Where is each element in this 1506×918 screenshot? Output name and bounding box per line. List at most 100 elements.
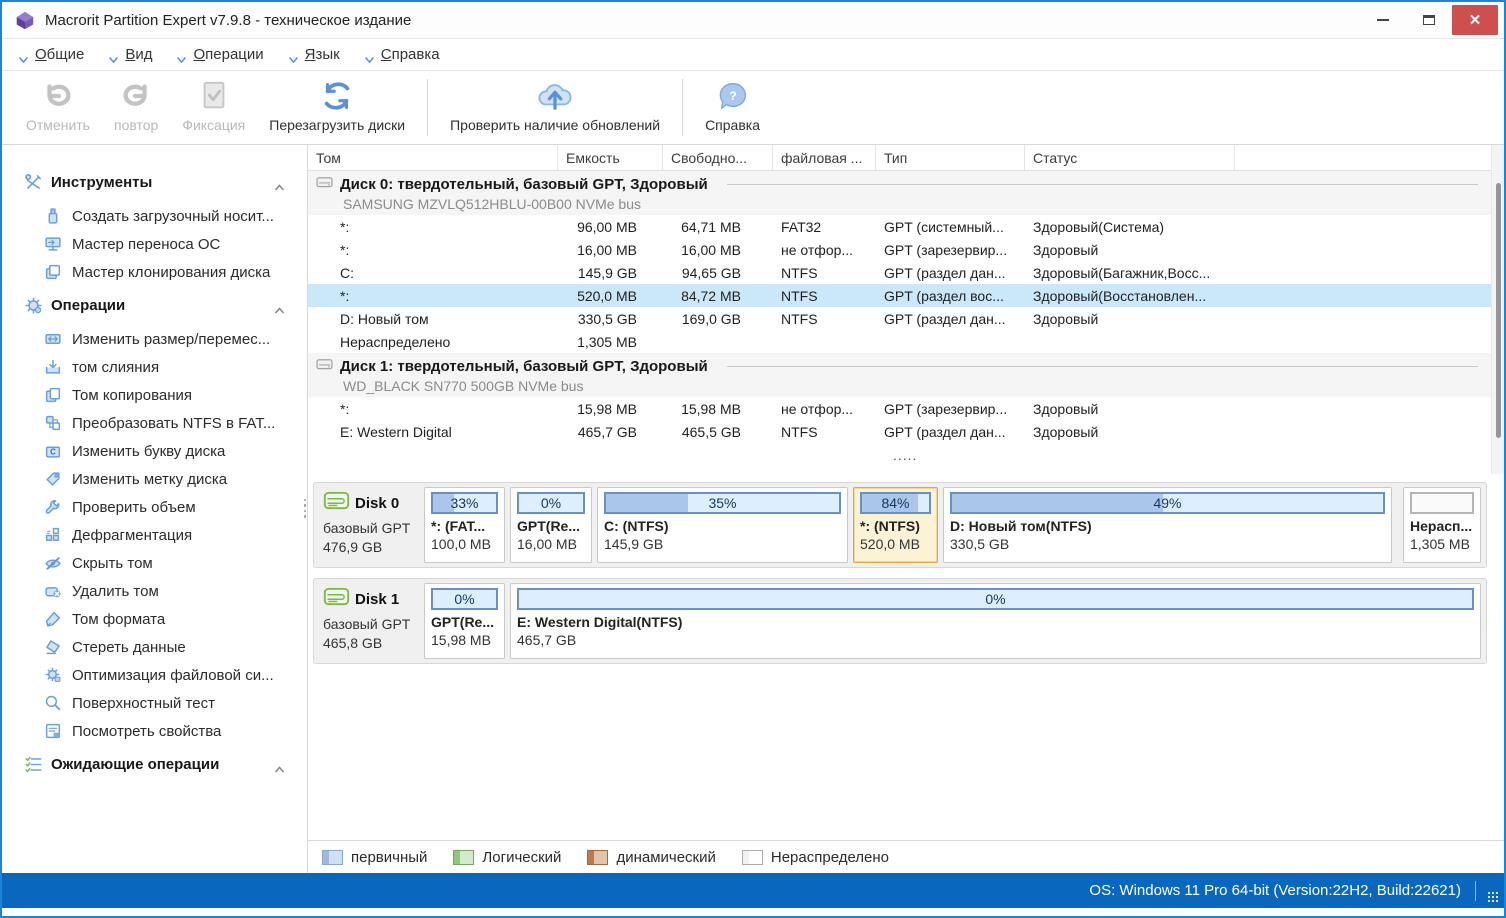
volume-row[interactable]: E: Western Digital465,7 GB465,5 GBNTFSGP… (308, 420, 1504, 443)
menu-item-1[interactable]: Общие (18, 46, 84, 63)
sidebar-section-1-header[interactable]: Инструменты (24, 173, 307, 192)
toolbar-update-cloud-button[interactable]: Проверить наличие обновлений (438, 75, 672, 144)
column-header-Свободно...[interactable]: Свободно... (663, 145, 773, 170)
usage-percent: 0% (519, 590, 1472, 608)
chevron-up-icon[interactable] (274, 179, 285, 187)
legend-item: Нераспределено (742, 849, 889, 866)
sidebar-item[interactable]: Преобразовать NTFS в FAT... (24, 409, 307, 437)
delete-volume-icon (44, 582, 62, 600)
partition-label: *: (NTFS) (860, 518, 931, 534)
toolbar-separator (427, 79, 428, 136)
volume-row[interactable]: *:16,00 MB16,00 MBне отфор...GPT (зарезе… (308, 238, 1504, 261)
sidebar-item[interactable]: Изменить размер/перемес... (24, 325, 307, 353)
cell-fs: FAT32 (773, 219, 876, 235)
sidebar-item-label: Посмотреть свойства (72, 723, 221, 740)
sidebar-section-2-header[interactable]: Операции (24, 296, 307, 315)
minimize-button[interactable] (1360, 5, 1406, 35)
partition-size: 1,305 MB (1410, 536, 1474, 552)
sidebar-item[interactable]: Оптимизация файловой си... (24, 661, 307, 689)
cell-volume: *: (308, 401, 558, 417)
statusbar: OS: Windows 11 Pro 64-bit (Version:22H2,… (2, 873, 1504, 908)
volume-row[interactable]: C:145,9 GB94,65 GBNTFSGPT (раздел дан...… (308, 261, 1504, 284)
sidebar-item[interactable]: Мастер переноса ОС (24, 230, 307, 258)
toolbar-commit-button[interactable]: Фиксация (170, 75, 257, 144)
surface-test-icon (44, 694, 62, 712)
sidebar-item[interactable]: Создать загрузочный носит... (24, 202, 307, 230)
toolbar-separator (682, 79, 683, 136)
legend-label: Нераспределено (771, 849, 889, 866)
partition-block[interactable]: 33%*: (FAT...100,0 MB (424, 487, 505, 563)
redo-icon (119, 77, 153, 114)
partition-label: D: Новый том(NTFS) (950, 518, 1385, 534)
partition-block[interactable]: Нерасп...1,305 MB (1403, 487, 1481, 563)
cell-capacity: 520,0 MB (558, 288, 663, 304)
sidebar-item[interactable]: том слияния (24, 353, 307, 381)
column-header-файловая ...[interactable]: файловая ... (773, 145, 876, 170)
cell-fs: NTFS (773, 265, 876, 281)
sidebar-item[interactable]: Посмотреть свойства (24, 717, 307, 745)
disk-group-title: Диск 0: твердотельный, базовый GPT, Здор… (340, 176, 708, 193)
partition-size: 330,5 GB (950, 536, 1385, 552)
sidebar-splitter[interactable] (301, 493, 309, 523)
sidebar-item[interactable]: Поверхностный тест (24, 689, 307, 717)
usage-bar: 0% (517, 588, 1474, 610)
table-scrollbar[interactable] (1491, 145, 1504, 474)
volume-row[interactable]: D: Новый том330,5 GB169,0 GBNTFSGPT (раз… (308, 307, 1504, 330)
partition-block[interactable]: 0%E: Western Digital(NTFS)465,7 GB (510, 583, 1481, 659)
menu-item-label: Операции (193, 46, 263, 63)
usage-percent: 33% (433, 494, 496, 512)
sidebar-item[interactable]: CИзменить букву диска (24, 437, 307, 465)
cell-capacity: 465,7 GB (558, 424, 663, 440)
cell-status: Здоровый (1025, 242, 1235, 258)
chevron-up-icon[interactable] (274, 761, 285, 769)
maximize-button[interactable] (1406, 5, 1452, 35)
volume-row[interactable]: *:520,0 MB84,72 MBNTFSGPT (раздел вос...… (308, 284, 1504, 307)
sidebar-item[interactable]: Том копирования (24, 381, 307, 409)
column-header-extra[interactable] (1235, 145, 1504, 170)
svg-text:C: C (50, 448, 56, 457)
toolbar-button-label: Перезагрузить диски (269, 117, 405, 133)
toolbar-help-bubble-button[interactable]: ?Справка (693, 75, 772, 144)
cell-volume: D: Новый том (308, 311, 558, 327)
sidebar-item[interactable]: Дефрагментация (24, 521, 307, 549)
partition-size: 16,00 MB (517, 536, 585, 552)
toolbar-redo-button[interactable]: повтор (102, 75, 170, 144)
column-header-Тип[interactable]: Тип (876, 145, 1025, 170)
partition-block[interactable]: 0%GPT(Re...16,00 MB (510, 487, 592, 563)
toolbar-reload-button[interactable]: Перезагрузить диски (257, 75, 417, 144)
menu-item-4[interactable]: Язык (288, 46, 340, 63)
partition-block[interactable]: 35%C: (NTFS)145,9 GB (597, 487, 848, 563)
cell-type: GPT (зарезервир... (876, 401, 1025, 417)
toolbar-undo-button[interactable]: Отменить (14, 75, 102, 144)
chevron-down-icon (176, 51, 187, 59)
sidebar-section-3-header[interactable]: Ожидающие операции (24, 755, 307, 774)
merge-volume-icon (44, 358, 62, 376)
partition-block[interactable]: 84%*: (NTFS)520,0 MB (853, 487, 938, 563)
sidebar-item[interactable]: Проверить объем (24, 493, 307, 521)
sidebar-item[interactable]: Мастер клонирования диска (24, 258, 307, 286)
partition-block[interactable]: 0%GPT(Re...15,98 MB (424, 583, 505, 659)
sidebar-item[interactable]: Скрыть том (24, 549, 307, 577)
volume-row[interactable]: *:15,98 MB15,98 MBне отфор...GPT (зарезе… (308, 397, 1504, 420)
resize-grip[interactable] (1486, 890, 1500, 904)
cell-volume: *: (308, 219, 558, 235)
column-header-Том[interactable]: Том (308, 145, 558, 170)
menu-item-5[interactable]: Справка (364, 46, 440, 63)
chevron-up-icon[interactable] (274, 302, 285, 310)
column-header-Емкость[interactable]: Емкость (558, 145, 663, 170)
close-button[interactable]: ✕ (1452, 5, 1498, 35)
sidebar-item[interactable]: Том формата (24, 605, 307, 633)
disk-group-title: Диск 1: твердотельный, базовый GPT, Здор… (340, 358, 708, 375)
convert-icon (44, 414, 62, 432)
volume-row[interactable]: *:96,00 MB64,71 MBFAT32GPT (системный...… (308, 215, 1504, 238)
menu-item-3[interactable]: Операции (176, 46, 263, 63)
menu-item-2[interactable]: Вид (108, 46, 152, 63)
volume-row[interactable]: Нераспределено1,305 MB (308, 330, 1504, 353)
cell-capacity: 145,9 GB (558, 265, 663, 281)
sidebar-item[interactable]: Удалить том (24, 577, 307, 605)
sidebar-item[interactable]: Изменить метку диска (24, 465, 307, 493)
sidebar-item[interactable]: Стереть данные (24, 633, 307, 661)
scrollbar-thumb[interactable] (1496, 183, 1501, 438)
partition-block[interactable]: 49%D: Новый том(NTFS)330,5 GB (943, 487, 1392, 563)
column-header-Статус[interactable]: Статус (1025, 145, 1235, 170)
